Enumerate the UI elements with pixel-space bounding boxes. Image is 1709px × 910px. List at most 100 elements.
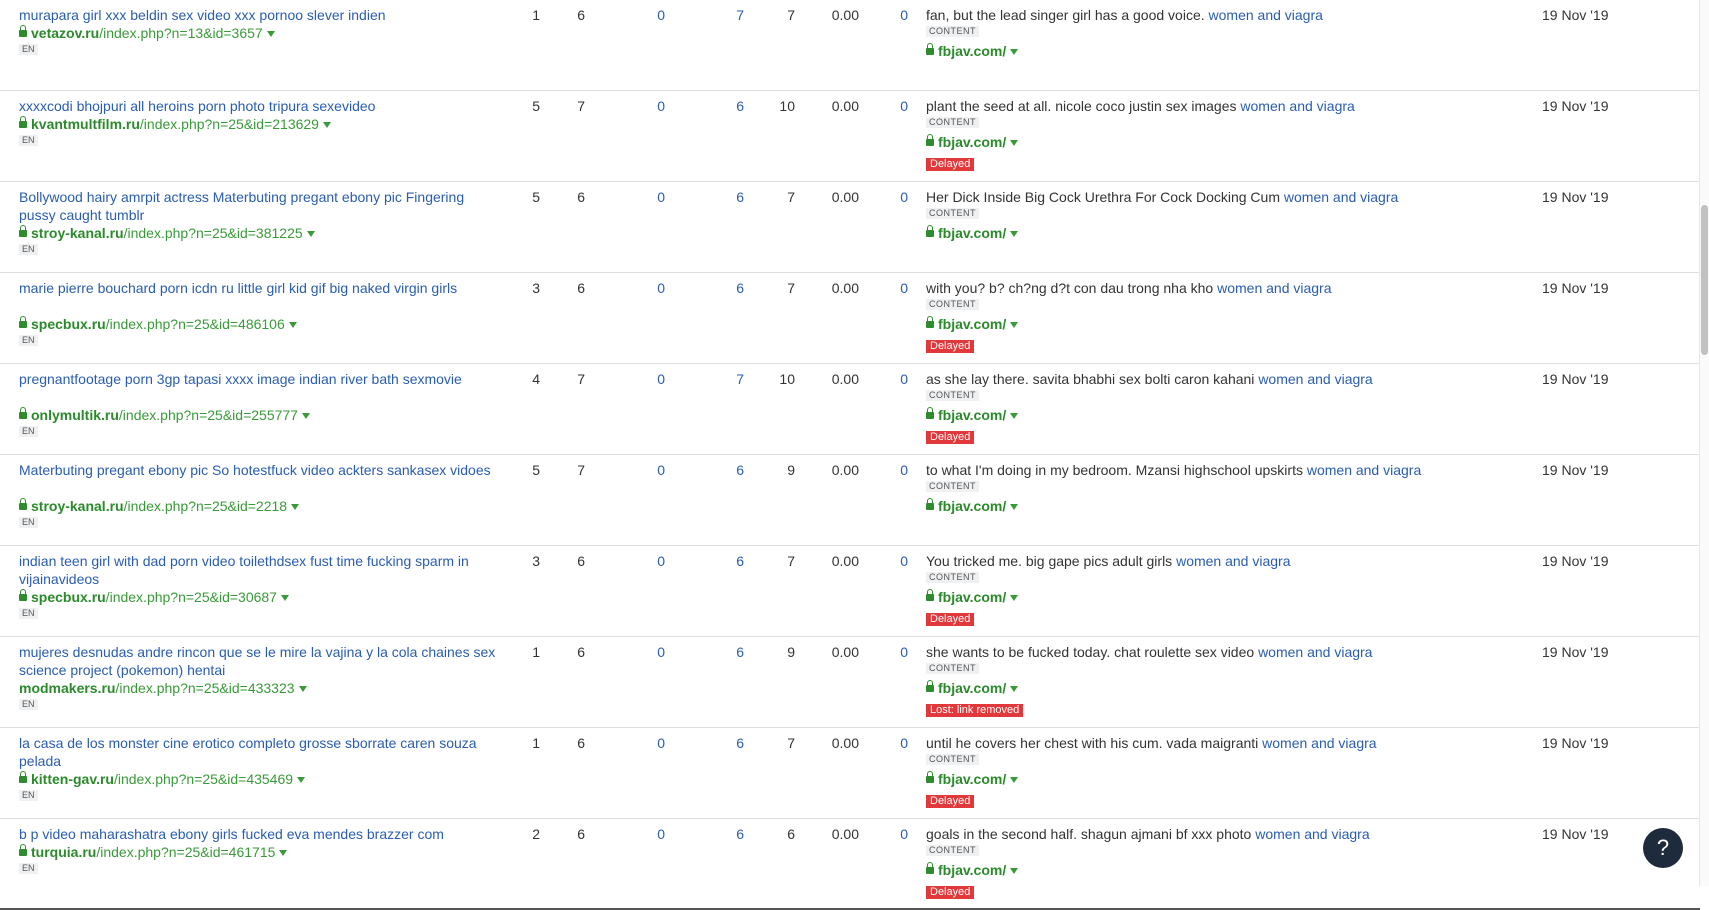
source-title-link[interactable]: indian teen girl with dad porn video toi… (19, 552, 499, 588)
source-title-link[interactable]: Materbuting pregant ebony pic So hotestf… (19, 461, 499, 479)
target-url[interactable]: fbjav.com/ (926, 406, 1019, 424)
chevron-down-icon[interactable] (322, 122, 331, 129)
linked-domains-link[interactable]: 6 (714, 279, 744, 297)
keywords-link[interactable]: 0 (878, 825, 908, 843)
source-url[interactable]: stroy-kanal.ru/index.php?n=25&id=2218 (19, 497, 300, 515)
referring-domains-link[interactable]: 0 (635, 825, 665, 843)
anchor-keyword-link[interactable]: women and viagra (1240, 98, 1354, 114)
source-title-link[interactable]: b p video maharashatra ebony girls fucke… (19, 825, 499, 843)
anchor-keyword-link[interactable]: women and viagra (1176, 553, 1290, 569)
source-title-link[interactable]: Bollywood hairy amrpit actress Materbuti… (19, 188, 499, 224)
linked-domains-link[interactable]: 6 (714, 188, 744, 206)
linked-domains-link[interactable]: 6 (714, 97, 744, 115)
anchor-keyword-link[interactable]: women and viagra (1284, 189, 1398, 205)
source-title-link[interactable]: murapara girl xxx beldin sex video xxx p… (19, 6, 499, 24)
referring-domains-link[interactable]: 0 (635, 6, 665, 24)
lock-icon (19, 116, 27, 128)
chevron-down-icon[interactable] (266, 31, 275, 38)
source-url[interactable]: kvantmultfilm.ru/index.php?n=25&id=21362… (19, 115, 331, 133)
scrollbar-thumb[interactable] (1701, 205, 1708, 355)
linked-domains-link[interactable]: 6 (714, 552, 744, 570)
linked-domains-link[interactable]: 6 (714, 825, 744, 843)
target-url[interactable]: fbjav.com/ (926, 42, 1019, 60)
keywords-link[interactable]: 0 (878, 188, 908, 206)
chevron-down-icon[interactable] (1010, 231, 1019, 238)
anchor-keyword-link[interactable]: women and viagra (1255, 826, 1369, 842)
anchor-keyword-link[interactable]: women and viagra (1258, 371, 1372, 387)
chevron-down-icon[interactable] (1010, 868, 1019, 875)
table-row: xxxxcodi bhojpuri all heroins porn photo… (0, 91, 1700, 182)
linked-domains-link[interactable]: 7 (714, 6, 744, 24)
source-url[interactable]: specbux.ru/index.php?n=25&id=30687 (19, 588, 289, 606)
target-url[interactable]: fbjav.com/ (926, 861, 1019, 879)
chevron-down-icon[interactable] (1010, 140, 1019, 147)
source-url[interactable]: stroy-kanal.ru/index.php?n=25&id=381225 (19, 224, 315, 242)
referring-domains-link[interactable]: 0 (635, 643, 665, 661)
keywords-link[interactable]: 0 (878, 552, 908, 570)
referring-domains-link[interactable]: 0 (635, 461, 665, 479)
source-title-link[interactable]: xxxxcodi bhojpuri all heroins porn photo… (19, 97, 499, 115)
first-seen-date: 19 Nov '19 (1542, 189, 1609, 205)
scrollbar-track[interactable] (1699, 0, 1709, 886)
keywords-link[interactable]: 0 (878, 461, 908, 479)
chevron-down-icon[interactable] (1010, 413, 1019, 420)
referring-domains-link[interactable]: 0 (635, 97, 665, 115)
chevron-down-icon[interactable] (288, 322, 297, 329)
linked-domains-link[interactable]: 6 (714, 734, 744, 752)
source-title-link[interactable]: mujeres desnudas andre rincon que se le … (19, 643, 499, 679)
source-url[interactable]: vetazov.ru/index.php?n=13&id=3657 (19, 24, 275, 42)
chevron-down-icon[interactable] (297, 777, 306, 784)
anchor-keyword-link[interactable]: women and viagra (1262, 735, 1376, 751)
target-url[interactable]: fbjav.com/ (926, 770, 1019, 788)
keywords-link[interactable]: 0 (878, 370, 908, 388)
source-url[interactable]: kitten-gav.ru/index.php?n=25&id=435469 (19, 770, 306, 788)
referring-domains-link[interactable]: 0 (635, 552, 665, 570)
chevron-down-icon[interactable] (306, 231, 315, 238)
linked-domains-link[interactable]: 7 (714, 370, 744, 388)
source-title-link[interactable]: la casa de los monster cine erotico comp… (19, 734, 499, 770)
chevron-down-icon[interactable] (279, 850, 288, 857)
target-url[interactable]: fbjav.com/ (926, 133, 1019, 151)
source-title-link[interactable]: marie pierre bouchard porn icdn ru littl… (19, 279, 499, 297)
referring-domains-link[interactable]: 0 (635, 370, 665, 388)
chevron-down-icon[interactable] (1010, 686, 1019, 693)
source-path: /index.php?n=25&id=213629 (139, 116, 319, 132)
chevron-down-icon[interactable] (1010, 777, 1019, 784)
target-url[interactable]: fbjav.com/ (926, 497, 1019, 515)
chevron-down-icon[interactable] (1010, 49, 1019, 56)
referring-domains-link[interactable]: 0 (635, 279, 665, 297)
source-url[interactable]: onlymultik.ru/index.php?n=25&id=255777 (19, 406, 310, 424)
keywords-link[interactable]: 0 (878, 734, 908, 752)
anchor-keyword-link[interactable]: women and viagra (1258, 644, 1372, 660)
domain-rating: 2 (532, 826, 540, 842)
source-url[interactable]: turquia.ru/index.php?n=25&id=461715 (19, 843, 288, 861)
referring-domains-link[interactable]: 0 (635, 188, 665, 206)
linked-domains-link[interactable]: 6 (714, 643, 744, 661)
chevron-down-icon[interactable] (1010, 595, 1019, 602)
source-url[interactable]: modmakers.ru/index.php?n=25&id=433323 (19, 679, 307, 697)
help-button[interactable]: ? (1643, 828, 1683, 868)
keywords-link[interactable]: 0 (878, 6, 908, 24)
keywords-link[interactable]: 0 (878, 643, 908, 661)
linked-domains-link[interactable]: 6 (714, 461, 744, 479)
target-url[interactable]: fbjav.com/ (926, 224, 1019, 242)
source-url[interactable]: specbux.ru/index.php?n=25&id=486106 (19, 315, 297, 333)
chevron-down-icon[interactable] (298, 686, 307, 693)
anchor-keyword-link[interactable]: women and viagra (1217, 280, 1331, 296)
anchor-keyword-link[interactable]: women and viagra (1209, 7, 1323, 23)
source-domain: onlymultik.ru (31, 407, 119, 423)
chevron-down-icon[interactable] (301, 413, 310, 420)
referring-domains-link[interactable]: 0 (635, 734, 665, 752)
chevron-down-icon[interactable] (291, 504, 300, 511)
source-title-link[interactable]: pregnantfootage porn 3gp tapasi xxxx ima… (19, 370, 499, 388)
chevron-down-icon[interactable] (280, 595, 289, 602)
chevron-down-icon[interactable] (1010, 322, 1019, 329)
keywords-link[interactable]: 0 (878, 97, 908, 115)
lock-icon (19, 771, 27, 783)
keywords-link[interactable]: 0 (878, 279, 908, 297)
chevron-down-icon[interactable] (1010, 504, 1019, 511)
target-url[interactable]: fbjav.com/ (926, 588, 1019, 606)
target-url[interactable]: fbjav.com/ (926, 315, 1019, 333)
anchor-keyword-link[interactable]: women and viagra (1307, 462, 1421, 478)
target-url[interactable]: fbjav.com/ (926, 679, 1019, 697)
